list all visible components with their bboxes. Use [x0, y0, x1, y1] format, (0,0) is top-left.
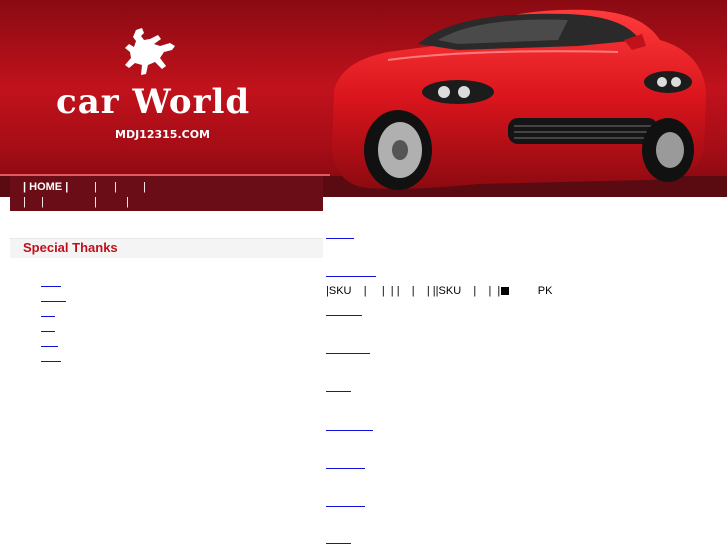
- sidebar-link[interactable]: [41, 300, 66, 302]
- info-line-text: |SKU | | | | | | ||SKU | | |: [326, 285, 501, 297]
- square-bullet-icon: [501, 287, 510, 295]
- site-domain: MDJ12315.COM: [115, 128, 210, 141]
- brand-logo-text: car World: [56, 82, 251, 122]
- nav-separator: |: [114, 181, 117, 193]
- main-link[interactable]: [326, 542, 351, 544]
- main-link[interactable]: [326, 467, 365, 469]
- bronco-rider-icon: [125, 28, 175, 75]
- product-info-line: |SKU | | | | | | ||SKU | | | PK: [326, 285, 552, 297]
- main-link[interactable]: [326, 505, 365, 507]
- special-thanks-header: Special Thanks: [10, 238, 323, 258]
- main-link[interactable]: [326, 352, 370, 354]
- sidebar-link[interactable]: [41, 330, 55, 332]
- main-link[interactable]: [326, 390, 351, 392]
- sidebar-link[interactable]: [41, 345, 58, 347]
- main-link[interactable]: [326, 275, 376, 277]
- main-nav: | HOME | | | | | | | |: [10, 176, 323, 211]
- info-line-pk: PK: [510, 285, 553, 297]
- main-link[interactable]: [326, 237, 354, 239]
- sidebar-link[interactable]: [41, 285, 61, 287]
- nav-separator: |: [41, 196, 44, 208]
- site-header: car World MDJ12315.COM: [0, 0, 727, 197]
- nav-separator: |: [126, 196, 129, 208]
- nav-separator: |: [94, 181, 97, 193]
- nav-separator: |: [23, 196, 26, 208]
- red-sports-car-image: [332, 9, 706, 190]
- special-thanks-title: Special Thanks: [23, 240, 118, 255]
- sidebar-link[interactable]: [41, 360, 61, 362]
- nav-separator: |: [143, 181, 146, 193]
- nav-home-link[interactable]: | HOME |: [23, 181, 68, 193]
- main-link[interactable]: [326, 314, 362, 316]
- nav-separator: |: [94, 196, 97, 208]
- sidebar-link[interactable]: [41, 315, 55, 317]
- main-link[interactable]: [326, 429, 373, 431]
